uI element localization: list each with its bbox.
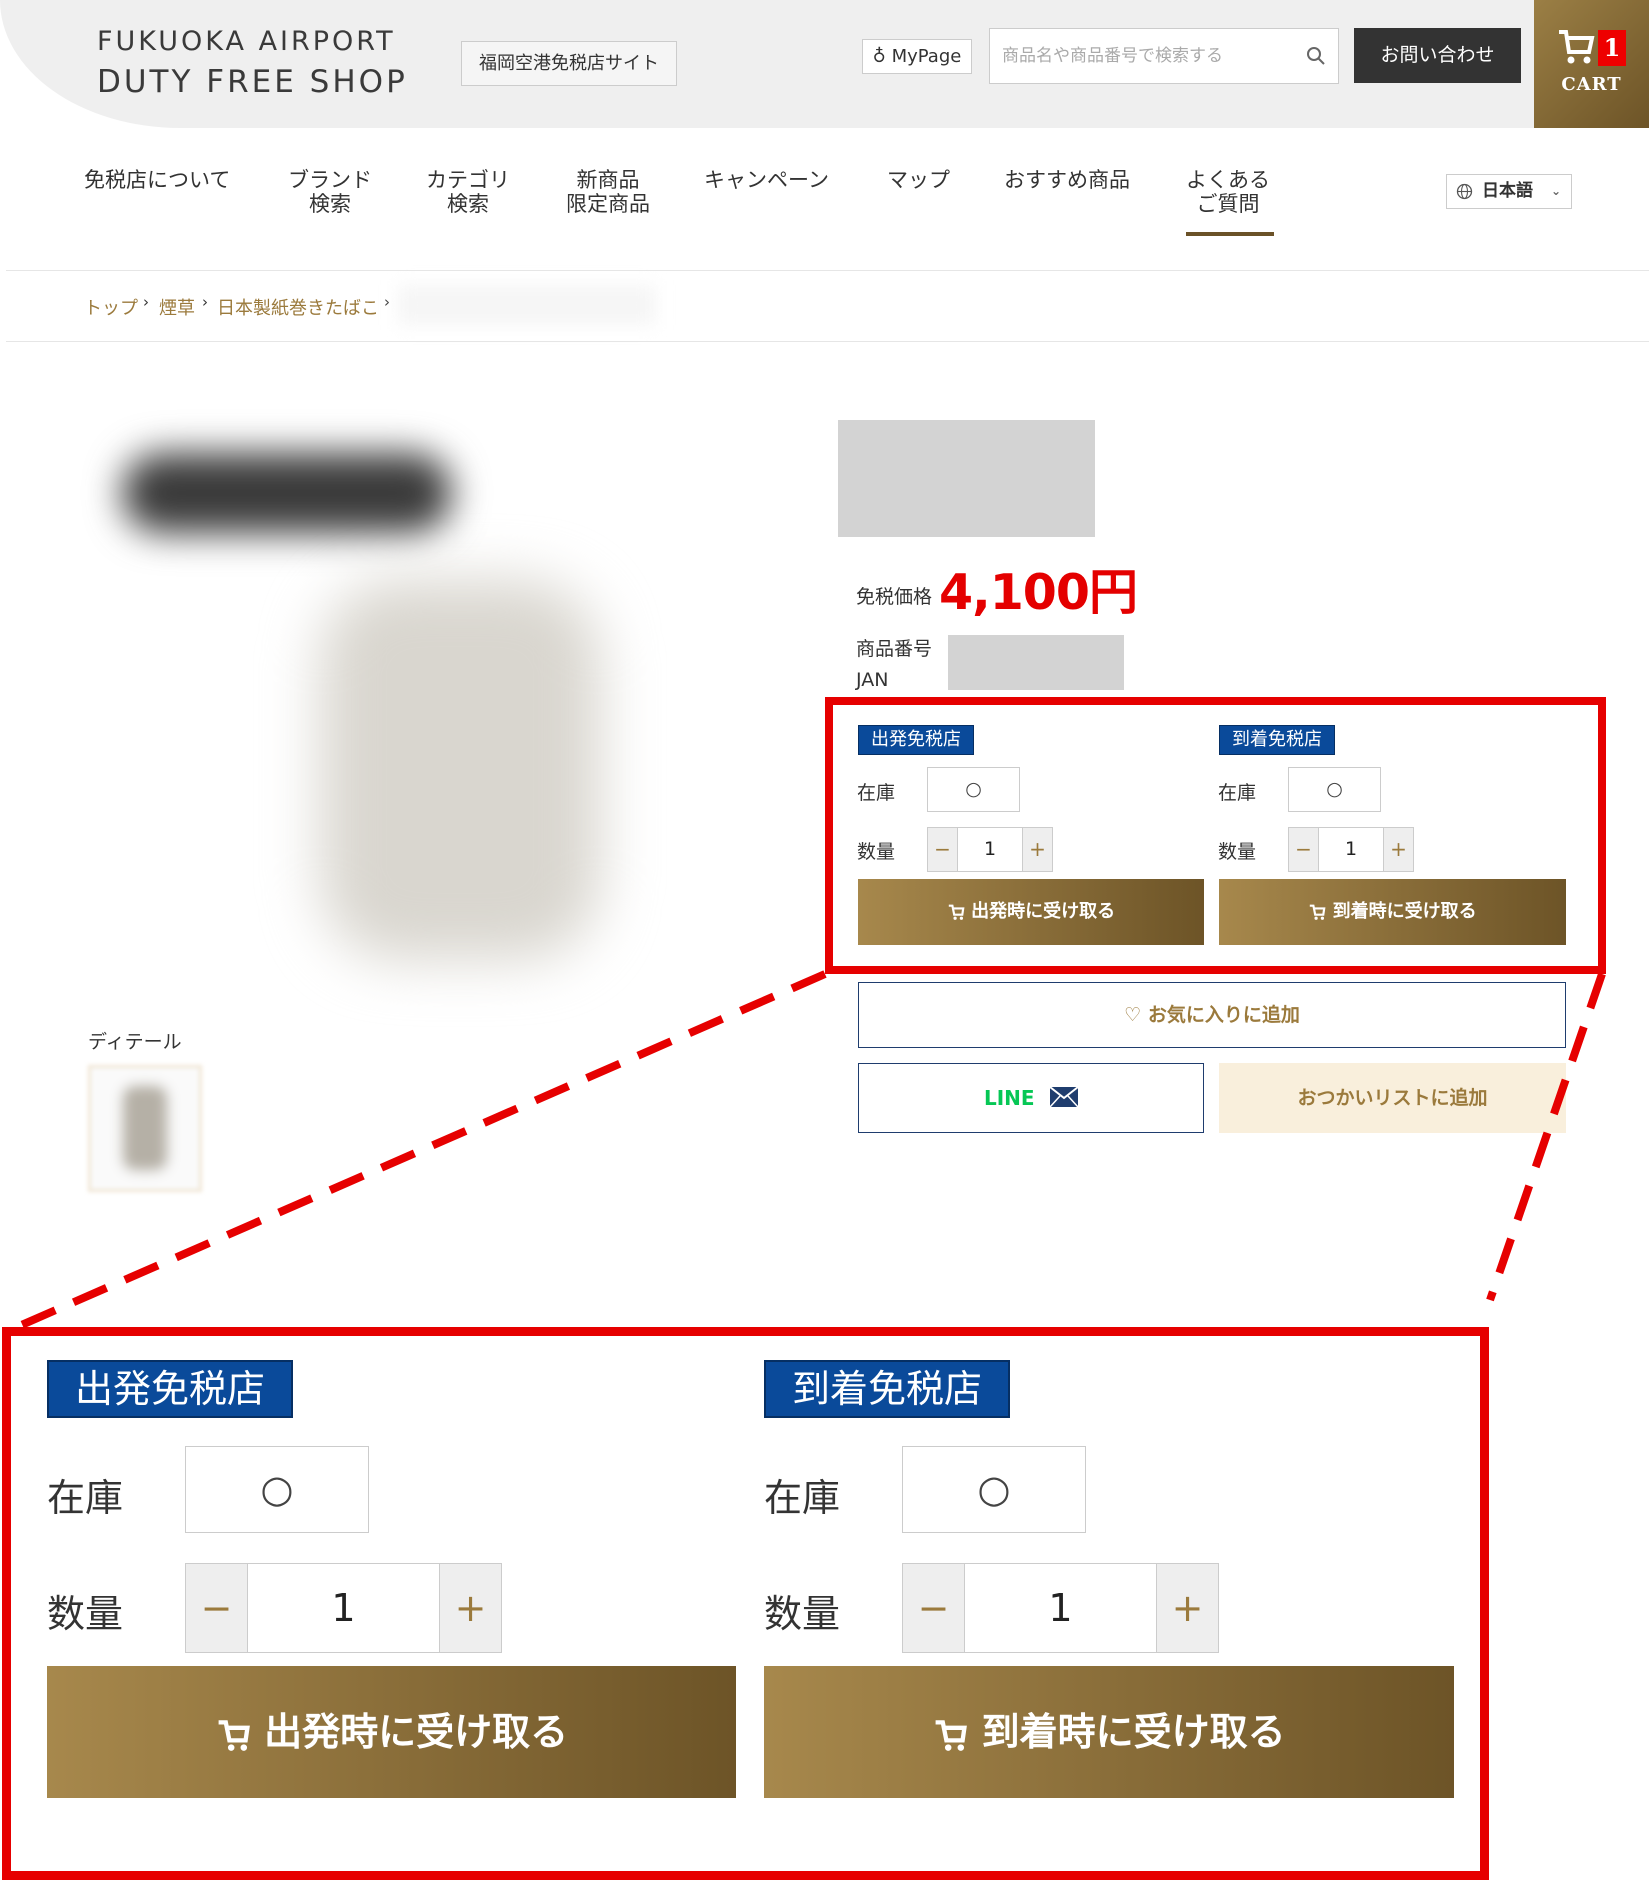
language-select[interactable]: 日本語 ⌄ bbox=[1446, 174, 1572, 209]
contact-button[interactable]: お問い合わせ bbox=[1354, 28, 1521, 83]
site-label-button[interactable]: 福岡空港免税店サイト bbox=[461, 41, 677, 86]
product-code-redacted bbox=[948, 635, 1124, 690]
detail-label: ディテール bbox=[88, 1031, 182, 1053]
add-errand-list-button[interactable]: おつかいリストに追加 bbox=[1219, 1063, 1566, 1133]
language-label: 日本語 bbox=[1482, 181, 1533, 201]
nav-active-underline bbox=[1186, 232, 1274, 236]
jan-label: JAN bbox=[856, 669, 889, 691]
nav-faq[interactable]: よくある ご質問 bbox=[1186, 168, 1270, 216]
zoom-arrival-pickup-label: 到着時に受け取る bbox=[981, 1710, 1286, 1754]
search-input[interactable] bbox=[1002, 29, 1292, 83]
cart-icon bbox=[935, 1719, 968, 1751]
nav-brand-search[interactable]: ブランド 検索 bbox=[288, 168, 372, 216]
line-share-button[interactable]: LINE bbox=[858, 1063, 1204, 1133]
user-icon: ♁ bbox=[872, 46, 892, 67]
zoom-departure-stock-label: 在庫 bbox=[47, 1476, 124, 1520]
plus-icon[interactable]: + bbox=[439, 1564, 501, 1652]
breadcrumb-japanese-cigarettes[interactable]: 日本製紙巻きたばこ bbox=[217, 294, 379, 320]
zoom-arrival-stock-value: ○ bbox=[902, 1446, 1086, 1533]
minus-icon[interactable]: − bbox=[186, 1564, 248, 1652]
breadcrumb-top[interactable]: トップ bbox=[84, 294, 138, 320]
nav-map[interactable]: マップ bbox=[887, 168, 950, 192]
divider bbox=[6, 341, 1649, 342]
zoom-arrival-store-tag: 到着免税店 bbox=[764, 1360, 1011, 1418]
plus-icon[interactable]: + bbox=[1156, 1564, 1218, 1652]
detail-thumbnail[interactable] bbox=[88, 1065, 202, 1192]
logo-line-2: DUTY FREE SHOP bbox=[97, 64, 408, 100]
brand-logo-redacted bbox=[838, 420, 1095, 537]
zoom-arrival-qty-label: 数量 bbox=[764, 1592, 841, 1636]
nav-new-limited[interactable]: 新商品 限定商品 bbox=[566, 168, 650, 216]
product-image-redacted bbox=[122, 453, 452, 533]
breadcrumb-separator-icon: › bbox=[202, 293, 208, 311]
logo-line-1: FUKUOKA AIRPORT bbox=[97, 26, 396, 57]
breadcrumb-tobacco[interactable]: 煙草 bbox=[159, 294, 195, 320]
zoom-arrival-qty-value[interactable]: 1 bbox=[965, 1564, 1156, 1652]
heart-icon: ♡ bbox=[1124, 1004, 1148, 1026]
price-label: 免税価格 bbox=[856, 586, 933, 608]
zoom-departure-quantity-stepper: − 1 + bbox=[185, 1563, 502, 1653]
line-label: LINE bbox=[984, 1086, 1035, 1110]
zoom-departure-store-tag: 出発免税店 bbox=[47, 1360, 294, 1418]
mypage-button[interactable]: ♁ MyPage bbox=[862, 39, 972, 74]
cart-count-badge: 1 bbox=[1598, 30, 1626, 66]
cart-icon bbox=[1559, 30, 1595, 64]
globe-icon bbox=[1456, 183, 1473, 200]
chevron-down-icon: ⌄ bbox=[1550, 184, 1561, 198]
zoom-arrival-pickup-button[interactable]: 到着時に受け取る bbox=[764, 1666, 1454, 1798]
zoom-departure-pickup-button[interactable]: 出発時に受け取る bbox=[47, 1666, 736, 1798]
search-box[interactable] bbox=[989, 28, 1339, 84]
thumbnail-image bbox=[123, 1086, 167, 1170]
mail-icon[interactable] bbox=[1049, 1086, 1079, 1108]
zoom-departure-stock-value: ○ bbox=[185, 1446, 369, 1533]
add-favorite-button[interactable]: ♡ お気に入りに追加 bbox=[858, 982, 1566, 1048]
search-icon[interactable] bbox=[1306, 46, 1326, 66]
add-favorite-label: お気に入りに追加 bbox=[1147, 1004, 1300, 1026]
breadcrumb-current-redacted bbox=[398, 285, 656, 325]
nav-recommended[interactable]: おすすめ商品 bbox=[1004, 168, 1130, 192]
nav-about[interactable]: 免税店について bbox=[84, 168, 230, 192]
zoom-arrival-quantity-stepper: − 1 + bbox=[902, 1563, 1219, 1653]
highlight-box bbox=[825, 697, 1606, 974]
minus-icon[interactable]: − bbox=[903, 1564, 965, 1652]
divider bbox=[6, 270, 1649, 271]
mypage-label: MyPage bbox=[891, 46, 962, 67]
cart-label: CART bbox=[1561, 74, 1622, 95]
zoom-departure-qty-value[interactable]: 1 bbox=[248, 1564, 439, 1652]
zoom-departure-qty-label: 数量 bbox=[47, 1592, 124, 1636]
price-value: 4,100円 bbox=[939, 564, 1138, 621]
cart-button[interactable]: 1 CART bbox=[1534, 0, 1649, 128]
breadcrumb-separator-icon: › bbox=[143, 293, 149, 311]
product-image-redacted bbox=[320, 580, 600, 960]
zoom-arrival-stock-label: 在庫 bbox=[764, 1476, 841, 1520]
nav-category-search[interactable]: カテゴリ 検索 bbox=[426, 168, 510, 216]
cart-icon bbox=[218, 1719, 250, 1751]
breadcrumb-separator-icon: › bbox=[384, 293, 390, 311]
zoom-departure-pickup-label: 出発時に受け取る bbox=[264, 1710, 569, 1754]
product-code-label: 商品番号 bbox=[856, 638, 933, 660]
nav-campaign[interactable]: キャンペーン bbox=[704, 168, 829, 192]
